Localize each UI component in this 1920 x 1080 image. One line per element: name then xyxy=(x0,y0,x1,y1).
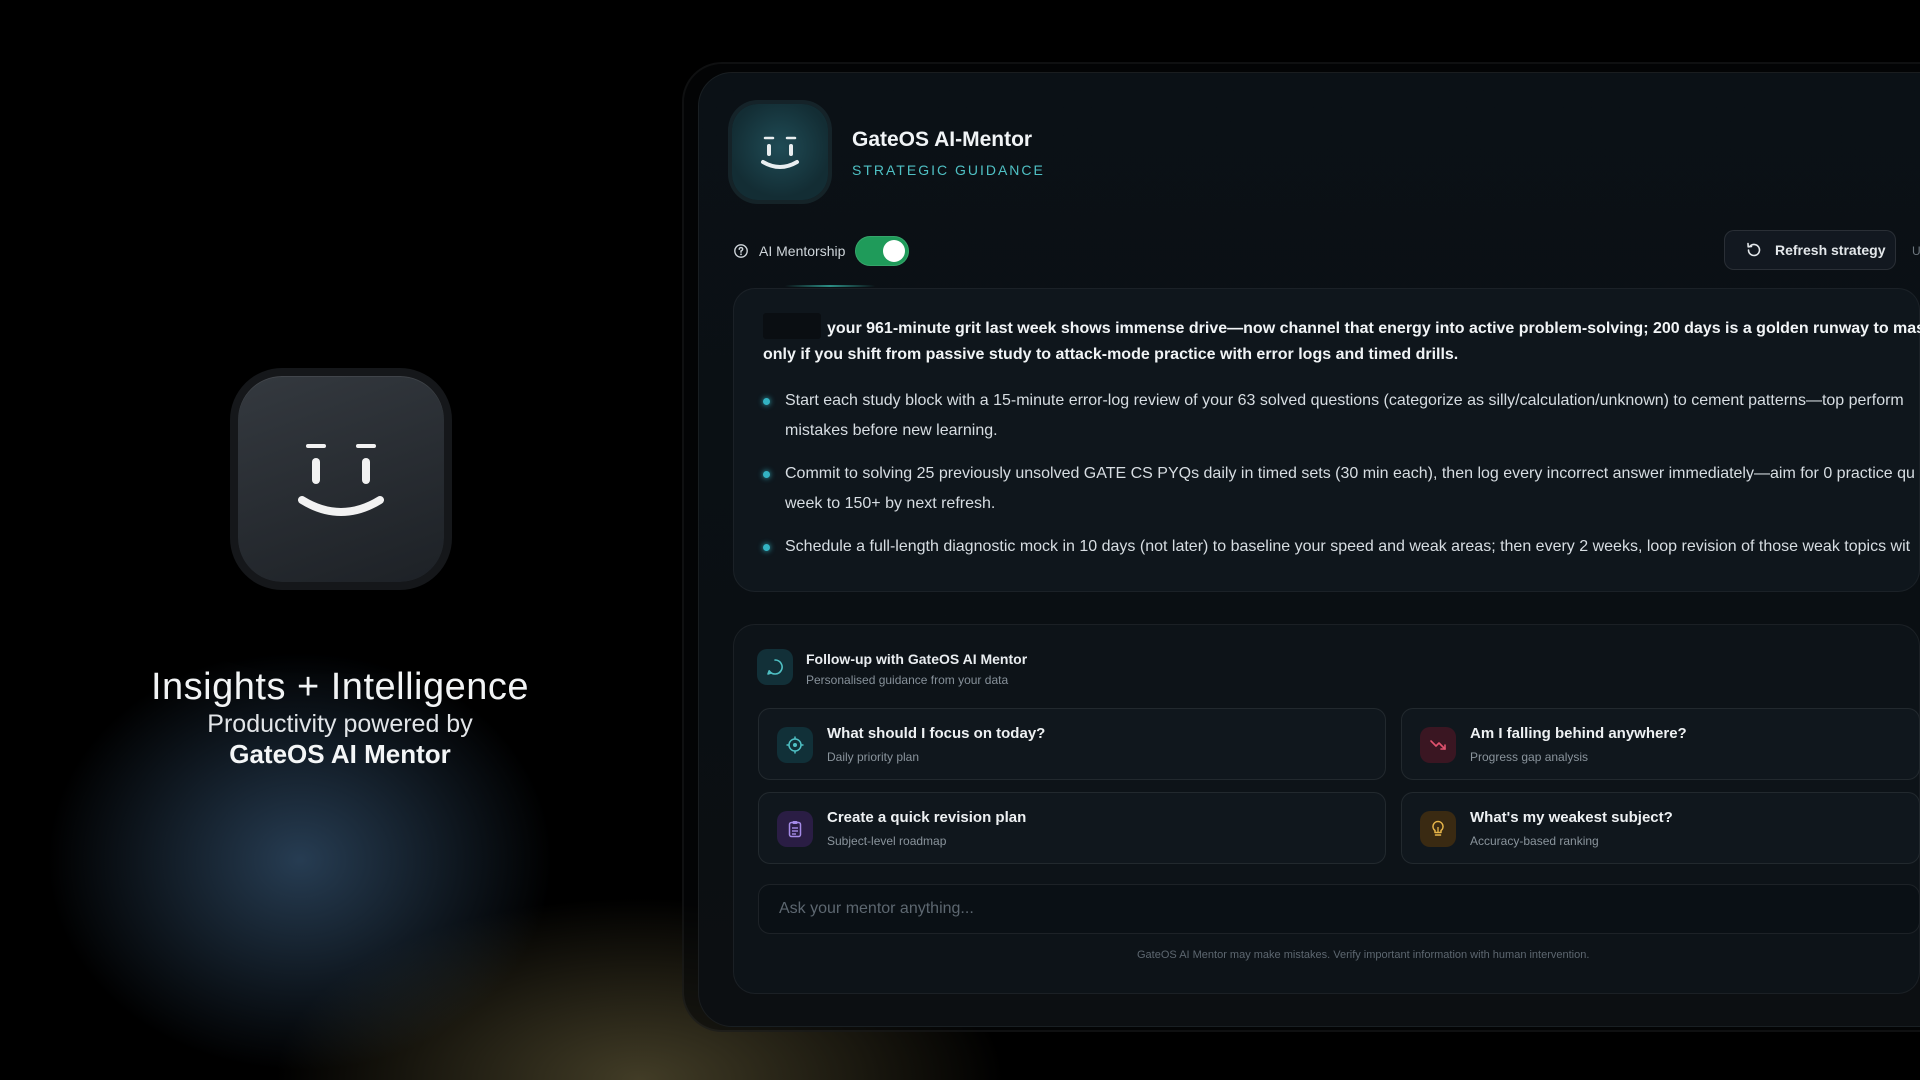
hero-brand: GateOS AI Mentor xyxy=(229,739,451,769)
hero-title: Insights + Intelligence xyxy=(150,666,529,708)
mentorship-toggle[interactable] xyxy=(855,236,910,266)
mentorship-label: AI Mentorship xyxy=(759,243,846,259)
bullet-line-1: Commit to solving 25 previously unsolved… xyxy=(785,465,1915,482)
trend-down-icon xyxy=(1420,727,1456,763)
toggle-knob xyxy=(883,240,906,262)
question-subtitle: Daily priority plan xyxy=(827,750,920,764)
bullet-line-1: Schedule a full-length diagnostic mock i… xyxy=(785,538,1911,555)
lightbulb-icon xyxy=(1420,811,1456,847)
strategy-lead-line-2: only if you shift from passive study to … xyxy=(763,346,1459,363)
question-title: What's my weakest subject? xyxy=(1470,809,1673,826)
clipped-control-text: U xyxy=(1912,244,1920,258)
question-falling-behind-button[interactable]: Am I falling behind anywhere? Progress g… xyxy=(1401,708,1920,780)
hero-text: Insights + Intelligence Productivity pow… xyxy=(90,665,590,769)
bullet-dot xyxy=(763,471,770,478)
refresh-icon xyxy=(1747,242,1761,257)
bullet-line-1: Start each study block with a 15-minute … xyxy=(785,392,1904,409)
question-subtitle: Accuracy-based ranking xyxy=(1470,834,1599,848)
target-icon xyxy=(777,727,813,763)
bullet-line-2: mistakes before new learning. xyxy=(785,422,998,439)
disclaimer-text: GateOS AI Mentor may make mistakes. Veri… xyxy=(1137,949,1590,961)
refresh-strategy-button[interactable]: Refresh strategy xyxy=(1724,230,1896,270)
question-title: Am I falling behind anywhere? xyxy=(1470,725,1687,742)
strategy-bullet: Commit to solving 25 previously unsolved… xyxy=(763,459,1920,519)
question-subtitle: Subject-level roadmap xyxy=(827,834,947,848)
mentorship-toggle-row: AI Mentorship xyxy=(733,236,910,266)
bullet-line-2: week to 150+ by next refresh. xyxy=(785,495,996,512)
question-weakest-subject-button[interactable]: What's my weakest subject? Accuracy-base… xyxy=(1401,792,1920,864)
chat-bubble-icon xyxy=(757,649,793,685)
bullet-dot xyxy=(763,398,770,405)
ask-mentor-input[interactable] xyxy=(758,884,1920,934)
page-subtitle: STRATEGIC GUIDANCE xyxy=(852,162,1045,178)
question-subtitle: Progress gap analysis xyxy=(1470,750,1589,764)
mentor-avatar-icon xyxy=(732,104,828,200)
hero-subtitle: Productivity powered by xyxy=(207,710,473,738)
clipboard-icon xyxy=(777,811,813,847)
question-revision-plan-button[interactable]: Create a quick revision plan Subject-lev… xyxy=(758,792,1386,864)
followup-title: Follow-up with GateOS AI Mentor xyxy=(806,651,1028,667)
followup-subtitle: Personalised guidance from your data xyxy=(806,673,1009,687)
help-icon xyxy=(734,244,748,258)
bullet-dot xyxy=(763,544,770,551)
question-focus-today-button[interactable]: What should I focus on today? Daily prio… xyxy=(758,708,1386,780)
hero-mentor-face-icon xyxy=(238,376,444,582)
strategy-bullet: Schedule a full-length diagnostic mock i… xyxy=(763,532,1920,562)
strategy-bullet: Start each study block with a 15-minute … xyxy=(763,386,1920,446)
page-title: GateOS AI-Mentor xyxy=(852,128,1033,151)
refresh-label: Refresh strategy xyxy=(1775,242,1886,258)
toggle-underline xyxy=(785,285,875,287)
strategy-lead-line-1: your 961-minute grit last week shows imm… xyxy=(827,320,1920,337)
question-title: Create a quick revision plan xyxy=(827,809,1027,826)
question-title: What should I focus on today? xyxy=(827,725,1046,742)
